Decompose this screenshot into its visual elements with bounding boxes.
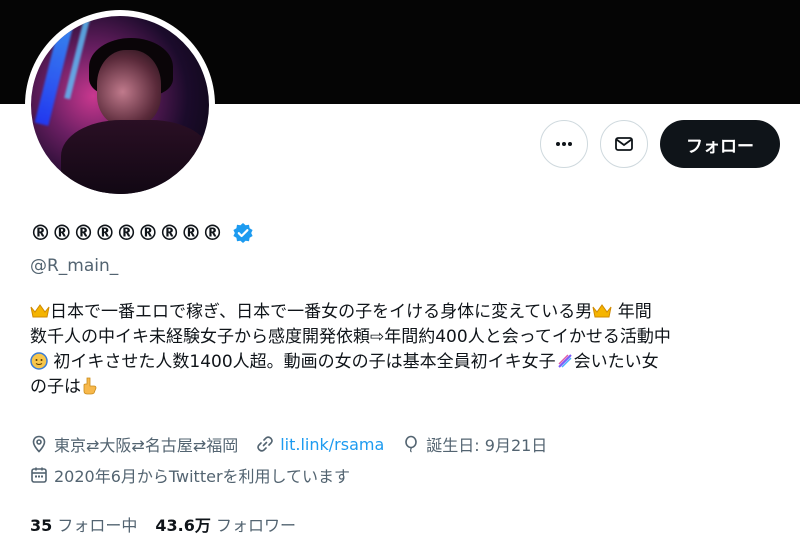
dna-icon [557,354,572,368]
bio-line3-tail: 会いたい女 [573,352,659,372]
calendar-icon [31,467,47,483]
following-link[interactable]: 35 フォロー中 [30,512,137,536]
bio: 日本で一番エロで稼ぎ、日本で一番女の子をイける身体に変えている男 年間 数千人の… [30,300,775,400]
link-icon [257,436,274,452]
bio-line2: 数千人の中イキ未経験女子から感度開発依頼⇨年間約400人と会ってイかせる活動中 [30,327,671,347]
followers-link[interactable]: 43.6万 フォロワー [155,512,296,536]
joined-item: 2020年6月からTwitterを利用しています [30,463,350,487]
location-text: 東京⇄大阪⇄名古屋⇄福岡 [54,436,239,455]
bio-line1: 日本で一番エロで稼ぎ、日本で一番女の子をイける身体に変えている男 [50,302,593,322]
message-button[interactable] [600,120,648,168]
mail-icon [615,137,633,151]
verified-badge-icon[interactable] [232,222,254,244]
handle: @R_main_ [30,256,119,276]
follow-counts: 35 フォロー中 43.6万 フォロワー [30,512,296,536]
followers-count: 43.6万 [155,516,211,535]
joined-text: 2020年6月からTwitterを利用しています [54,467,351,486]
profile-actions: フォロー [540,120,780,168]
pointing-down-icon [83,377,97,395]
following-label: フォロー中 [57,516,138,535]
name-row: ®®®®®®®®® [30,221,254,245]
link-item[interactable]: lit.link/rsama [256,435,384,454]
location-item: 東京⇄大阪⇄名古屋⇄福岡 [30,432,238,456]
bio-line1-tail: 年間 [612,302,652,322]
bio-line3: 初イキさせた人数1400人超。動画の女の子は基本全員初イキ女子 [48,352,556,372]
balloon-icon [405,435,418,453]
display-name: ®®®®®®®®® [30,221,224,245]
followers-label: フォロワー [215,516,296,535]
more-icon [556,142,572,146]
face-icon [30,352,48,370]
following-count: 35 [30,516,53,535]
crown-icon [30,304,50,318]
profile-link[interactable]: lit.link/rsama [280,435,384,454]
bio-line4: の子は [30,377,81,397]
birthday-item: 誕生日: 9月21日 [402,432,547,456]
birthday-text: 誕生日: 9月21日 [426,436,548,455]
avatar-image [31,16,209,194]
crown-icon [592,304,612,318]
follow-button[interactable]: フォロー [660,120,780,168]
profile-meta: 東京⇄大阪⇄名古屋⇄福岡 lit.link/rsama 誕生日: 9月21日 [30,432,547,456]
avatar[interactable] [25,10,215,200]
more-button[interactable] [540,120,588,168]
location-pin-icon [32,435,46,453]
